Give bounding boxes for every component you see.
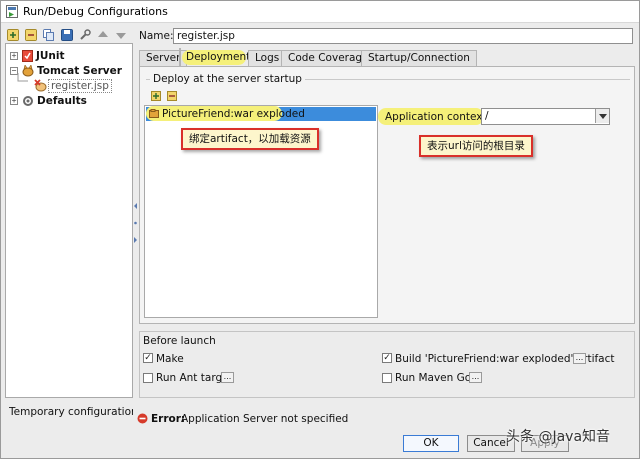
tree-item-label: JUnit (36, 50, 65, 62)
save-icon[interactable] (61, 29, 73, 41)
chevron-down-icon (599, 114, 607, 119)
junit-icon (22, 50, 33, 62)
build-artifact-checkbox[interactable]: ✓ (382, 353, 392, 363)
configuration-tree[interactable]: + JUnit − Tomcat Server register.jsp + D… (5, 43, 133, 398)
artifact-row-selected[interactable]: PictureFriend:war exploded (146, 106, 376, 121)
error-message: Application Server not specified (181, 413, 349, 425)
remove-icon[interactable] (25, 29, 37, 41)
tree-toolbar (7, 28, 133, 42)
make-checkbox[interactable]: ✓ (143, 353, 153, 363)
move-up-icon[interactable] (97, 29, 109, 41)
window-title: Run/Debug Configurations (23, 5, 168, 18)
context-label: Application context: (385, 111, 491, 123)
before-launch-title: Before launch (143, 335, 216, 347)
copy-icon[interactable] (43, 29, 55, 41)
error-prefix: Error: (151, 413, 186, 425)
context-dropdown-button[interactable] (595, 109, 609, 123)
run-ant-target-more-button[interactable]: ... (221, 372, 234, 383)
move-down-icon[interactable] (115, 29, 127, 41)
context-value: / (485, 110, 489, 122)
name-label: Name: (139, 30, 174, 42)
tab-deployment-label: Deployment (186, 51, 251, 63)
artifact-annotation: 绑定artifact，以加载资源 (181, 128, 319, 150)
panel-splitter[interactable] (134, 43, 137, 398)
war-exploded-icon (149, 109, 159, 118)
tree-item-label: register.jsp (48, 79, 112, 93)
run-maven-goal-label: Run Maven Goal (395, 372, 481, 384)
tomcat-config-error-icon (34, 79, 47, 92)
temporary-configurations-text: Temporary configurations lin (9, 406, 133, 418)
name-input[interactable]: register.jsp (173, 28, 633, 44)
ok-button[interactable]: OK (403, 435, 459, 452)
remove-artifact-icon[interactable] (167, 91, 177, 101)
deploy-group-title: Deploy at the server startup (150, 73, 305, 85)
defaults-icon (23, 96, 33, 106)
run-debug-window-icon (6, 5, 18, 18)
tab-startup-connection[interactable]: Startup/Connection (361, 50, 477, 66)
tree-item-label: Tomcat Server (37, 65, 122, 77)
add-icon[interactable] (7, 29, 19, 41)
context-annotation: 表示url访问的根目录 (419, 135, 533, 157)
title-bar: Run/Debug Configurations (1, 1, 639, 23)
expand-icon[interactable]: + (10, 97, 18, 105)
run-ant-target-checkbox[interactable] (143, 373, 153, 383)
artifact-label: PictureFriend:war exploded (162, 108, 305, 120)
tree-connector-line (17, 73, 28, 82)
run-debug-configurations-window: Run/Debug Configurations + JUnit − Tomca… (0, 0, 640, 459)
tab-deployment[interactable]: Deployment (179, 48, 250, 67)
wrench-icon[interactable] (79, 29, 91, 41)
expand-icon[interactable]: + (10, 52, 18, 60)
run-maven-goal-checkbox[interactable] (382, 373, 392, 383)
run-maven-goal-more-button[interactable]: ... (469, 372, 482, 383)
watermark-text: 头条 @Java知音 (506, 429, 611, 445)
build-artifact-more-button[interactable]: ... (573, 353, 586, 364)
error-icon (137, 413, 148, 424)
tree-item-label: Defaults (37, 95, 87, 107)
make-label: Make (156, 353, 184, 365)
application-context-combo[interactable]: / (481, 108, 610, 125)
splitter-grip-icon (134, 203, 137, 243)
add-artifact-icon[interactable] (151, 91, 161, 101)
